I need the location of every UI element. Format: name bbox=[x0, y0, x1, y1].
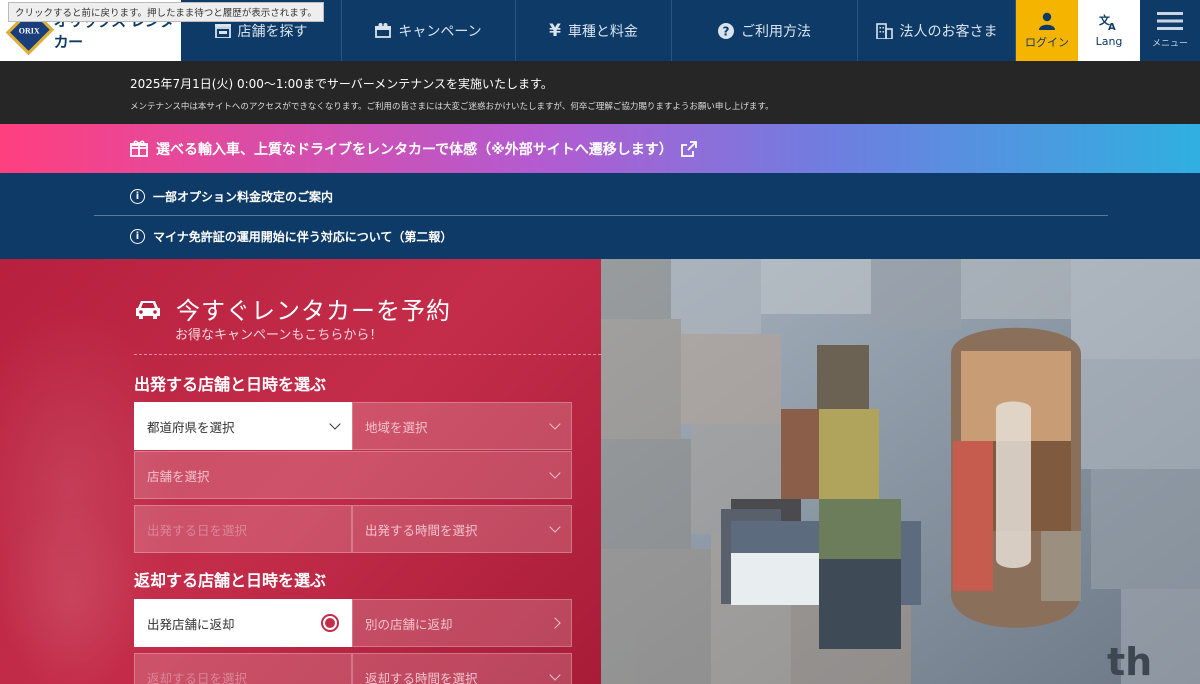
departure-time-select[interactable]: 出発する時間を選択 bbox=[352, 505, 572, 553]
promo-text: 選べる輸入車、上質なドライブをレンタカーで体感（※外部サイトへ遷移します） bbox=[156, 141, 673, 158]
anniversary-visual[interactable]: th bbox=[601, 259, 1200, 684]
return-other-store-option[interactable]: 別の店舗に返却 bbox=[352, 599, 572, 647]
photo-collage: th bbox=[601, 259, 1200, 684]
booking-panel: 今すぐレンタカーを予約 お得なキャンペーンもこちらから！ 出発する店舗と日時を選… bbox=[0, 259, 601, 684]
chevron-down-icon bbox=[549, 669, 561, 681]
menu-label: メニュー bbox=[1151, 39, 1188, 49]
departure-section-title: 出発する店舗と日時を選ぶ bbox=[134, 375, 327, 394]
nav-label: キャンペーン bbox=[398, 23, 482, 40]
info-icon: i bbox=[130, 229, 145, 244]
notice-mynumber-license[interactable]: i マイナ免許証の運用開始に伴う対応について（第二報） bbox=[130, 228, 452, 245]
nav-label: 店舗を探す bbox=[237, 23, 308, 40]
chevron-right-icon bbox=[549, 617, 561, 629]
maintenance-banner: 2025年7月1日(火) 0:00～1:00までサーバーメンテナンスを実施いたし… bbox=[0, 61, 1200, 124]
chevron-down-icon bbox=[329, 418, 341, 430]
nav-label: 車種と料金 bbox=[567, 23, 638, 40]
return-same-store-option[interactable]: 出発店舗に返却 bbox=[134, 599, 352, 647]
nav-how-to-use[interactable]: ? ご利用方法 bbox=[672, 0, 858, 61]
menu-button[interactable]: メニュー bbox=[1140, 0, 1200, 61]
chevron-down-icon bbox=[549, 418, 561, 430]
maintenance-body: メンテナンス中は本サイトへのアクセスができなくなります。ご利用の皆さまには大変ご… bbox=[130, 102, 774, 112]
chevron-down-icon bbox=[549, 467, 561, 479]
notice-text: マイナ免許証の運用開始に伴う対応について（第二報） bbox=[153, 230, 453, 244]
return-same-label: 出発店舗に返却 bbox=[147, 616, 235, 632]
notice-list: i 一部オプション料金改定のご案内 i マイナ免許証の運用開始に伴う対応について… bbox=[0, 173, 1200, 259]
gift-icon bbox=[375, 23, 392, 38]
nav-campaign[interactable]: キャンペーン bbox=[342, 0, 516, 61]
departure-date-select[interactable]: 出発する日を選択 bbox=[134, 505, 352, 553]
nav-label: ご利用方法 bbox=[741, 23, 811, 40]
return-time-value: 返却する時間を選択 bbox=[365, 670, 478, 684]
chevron-down-icon bbox=[549, 521, 561, 533]
notice-text: 一部オプション料金改定のご案内 bbox=[153, 190, 334, 204]
return-date-select[interactable]: 返却する日を選択 bbox=[134, 653, 352, 684]
hamburger-icon bbox=[1157, 12, 1183, 30]
yen-icon: ¥ bbox=[549, 20, 561, 41]
prefecture-value: 都道府県を選択 bbox=[147, 419, 235, 435]
brand-logo[interactable]: クリックすると前に戻ります。押したまま待つと履歴が表示されます。 ORIX オリ… bbox=[0, 0, 324, 61]
help-icon: ? bbox=[718, 22, 734, 39]
booking-subtitle: お得なキャンペーンもこちらから！ bbox=[175, 328, 383, 343]
nav-corporate[interactable]: 法人のお客さま bbox=[858, 0, 1016, 61]
gift-icon bbox=[130, 140, 148, 157]
translate-icon: 文A bbox=[1099, 13, 1116, 31]
maintenance-title: 2025年7月1日(火) 0:00～1:00までサーバーメンテナンスを実施いたし… bbox=[130, 77, 553, 91]
info-icon: i bbox=[130, 189, 145, 204]
car-icon bbox=[136, 300, 160, 319]
area-select[interactable]: 地域を選択 bbox=[352, 402, 572, 450]
external-link-icon bbox=[680, 140, 697, 157]
lang-label: Lang bbox=[1095, 35, 1123, 48]
nav-label: 法人のお客さま bbox=[899, 23, 998, 40]
svg-text:?: ? bbox=[723, 24, 730, 38]
return-section-title: 返却する店舗と日時を選ぶ bbox=[134, 571, 327, 590]
return-other-label: 別の店舗に返却 bbox=[365, 616, 453, 632]
booking-header: 今すぐレンタカーを予約 bbox=[134, 291, 451, 326]
building-icon bbox=[875, 22, 893, 39]
svg-text:A: A bbox=[1108, 22, 1116, 31]
notice-option-fee[interactable]: i 一部オプション料金改定のご案内 bbox=[130, 188, 333, 205]
area-value: 地域を選択 bbox=[365, 419, 428, 435]
return-time-select[interactable]: 返却する時間を選択 bbox=[352, 653, 572, 684]
back-button-tooltip: クリックすると前に戻ります。押したまま待つと履歴が表示されます。 bbox=[8, 2, 324, 22]
nav-cars-prices[interactable]: ¥ 車種と料金 bbox=[516, 0, 672, 61]
language-button[interactable]: 文A Lang bbox=[1078, 0, 1140, 61]
promo-banner[interactable]: 選べる輸入車、上質なドライブをレンタカーで体感（※外部サイトへ遷移します） bbox=[0, 124, 1200, 173]
anniversary-suffix: th bbox=[1107, 640, 1152, 684]
prefecture-select[interactable]: 都道府県を選択 bbox=[134, 402, 352, 450]
departure-time-value: 出発する時間を選択 bbox=[365, 522, 478, 538]
store-value: 店舗を選択 bbox=[147, 468, 210, 484]
radio-selected-icon bbox=[321, 614, 339, 632]
login-label: ログイン bbox=[1025, 35, 1069, 49]
user-icon bbox=[1039, 12, 1055, 30]
booking-title: 今すぐレンタカーを予約 bbox=[176, 297, 451, 325]
store-icon bbox=[214, 23, 231, 38]
store-select[interactable]: 店舗を選択 bbox=[134, 451, 572, 499]
booking-divider bbox=[134, 354, 601, 355]
login-button[interactable]: ログイン bbox=[1016, 0, 1078, 61]
badge-text: ORIX bbox=[19, 26, 41, 35]
return-date-value: 返却する日を選択 bbox=[147, 670, 248, 684]
notice-divider bbox=[94, 215, 1108, 216]
departure-date-value: 出発する日を選択 bbox=[147, 522, 248, 538]
